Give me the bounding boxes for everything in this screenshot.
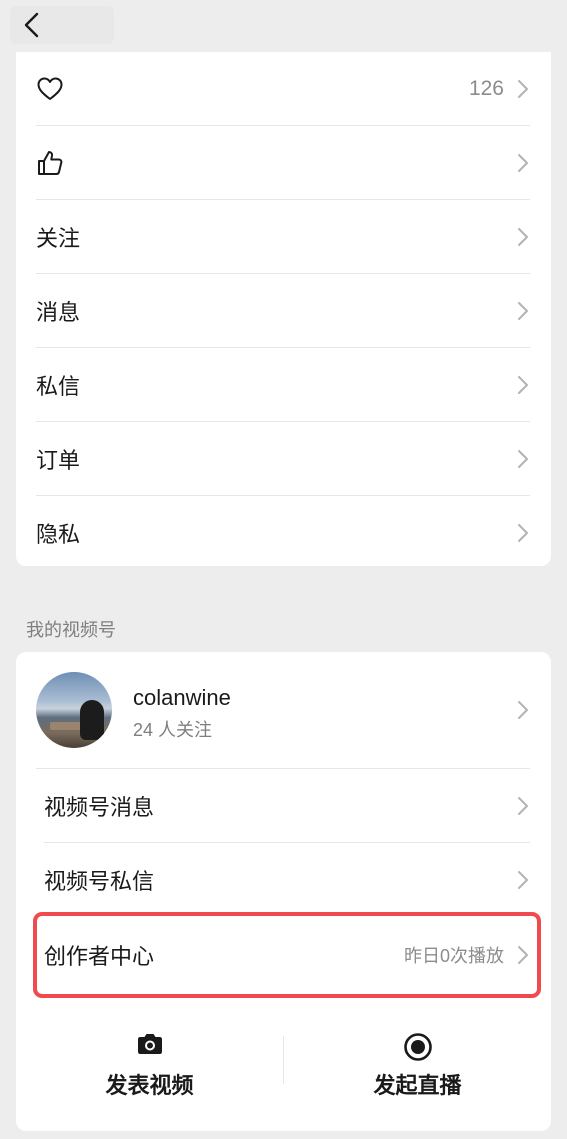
channel-profile-row[interactable]: colanwine 24 人关注	[36, 652, 530, 769]
chevron-right-icon	[518, 797, 528, 815]
heart-icon	[37, 77, 63, 100]
chevron-right-icon	[518, 154, 528, 172]
menu-card: 126 关注 消息 私信 订单 隐私	[16, 52, 551, 566]
action-label: 发表视频	[105, 1073, 194, 1098]
thumbs-up-icon	[38, 151, 63, 175]
menu-label: 私信	[36, 374, 81, 399]
channel-item-label: 视频号消息	[44, 795, 155, 820]
chevron-right-icon	[518, 871, 528, 889]
menu-row-messages[interactable]: 消息	[36, 274, 530, 348]
chevron-right-icon	[518, 450, 528, 468]
menu-row-thumbs-up[interactable]	[36, 126, 530, 200]
chevron-left-icon	[24, 12, 39, 38]
menu-row-likes[interactable]: 126	[36, 52, 530, 126]
chevron-right-icon	[518, 701, 528, 719]
channel-username: colanwine	[133, 685, 231, 710]
publish-video-button[interactable]: 发表视频	[16, 1026, 283, 1126]
channel-row-private-messages[interactable]: 视频号私信	[44, 843, 530, 917]
chevron-right-icon	[518, 376, 528, 394]
chevron-wrap	[516, 699, 530, 721]
chevron-right-icon	[518, 228, 528, 246]
top-bar	[0, 0, 567, 52]
channel-followers: 24 人关注	[133, 720, 213, 740]
action-label: 发起直播	[373, 1073, 462, 1098]
menu-row-follow[interactable]: 关注	[36, 200, 530, 274]
highlight-box	[33, 912, 541, 998]
camera-icon	[137, 1034, 162, 1054]
menu-row-orders[interactable]: 订单	[36, 422, 530, 496]
channel-row-messages[interactable]: 视频号消息	[44, 769, 530, 843]
menu-label: 消息	[36, 300, 81, 325]
avatar-person-shape	[80, 700, 104, 740]
section-title: 我的视频号	[26, 620, 116, 640]
channel-item-label: 视频号私信	[44, 869, 155, 894]
menu-row-privacy[interactable]: 隐私	[36, 496, 530, 570]
chevron-right-icon	[518, 524, 528, 542]
menu-label: 隐私	[36, 522, 81, 547]
back-button[interactable]	[10, 6, 114, 44]
channel-actions: 发表视频 发起直播	[16, 1026, 551, 1126]
likes-count: 126	[468, 77, 504, 100]
chevron-right-icon	[518, 80, 528, 98]
menu-label: 关注	[36, 226, 81, 251]
menu-label: 订单	[36, 448, 81, 473]
record-icon	[403, 1033, 432, 1061]
channels-card: colanwine 24 人关注 视频号消息 视频号私信 创作者中心 昨日0次播…	[16, 652, 551, 1131]
menu-row-private-messages[interactable]: 私信	[36, 348, 530, 422]
avatar	[36, 672, 112, 748]
chevron-right-icon	[518, 302, 528, 320]
start-live-button[interactable]: 发起直播	[284, 1026, 551, 1126]
